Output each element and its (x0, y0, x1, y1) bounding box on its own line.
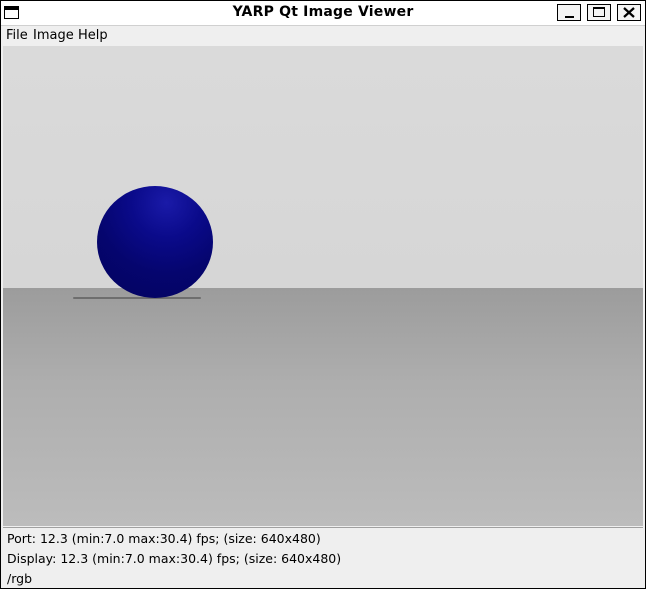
menu-bar: File Image Help (1, 26, 645, 46)
menu-file[interactable]: File (6, 28, 28, 43)
minimize-button[interactable] (557, 4, 581, 21)
status-panel: Port: 12.3 (min:7.0 max:30.4) fps; (size… (3, 527, 643, 588)
scene-ground-plane (3, 288, 643, 526)
minimize-icon (565, 16, 574, 18)
sphere-shadow (73, 297, 201, 299)
app-window: YARP Qt Image Viewer File Image Help Por… (0, 0, 646, 589)
blue-sphere (97, 186, 213, 298)
close-button[interactable] (617, 4, 641, 21)
menu-image[interactable]: Image (33, 28, 74, 43)
menu-help[interactable]: Help (78, 28, 108, 43)
maximize-icon (593, 7, 605, 17)
port-fps-status: Port: 12.3 (min:7.0 max:30.4) fps; (size… (7, 531, 321, 546)
title-bar[interactable]: YARP Qt Image Viewer (1, 1, 645, 26)
maximize-button[interactable] (587, 4, 611, 21)
close-icon (623, 7, 635, 18)
port-name-label: /rgb (7, 571, 32, 586)
window-title: YARP Qt Image Viewer (232, 4, 414, 20)
image-viewport[interactable] (3, 46, 643, 526)
display-fps-status: Display: 12.3 (min:7.0 max:30.4) fps; (s… (7, 551, 342, 566)
